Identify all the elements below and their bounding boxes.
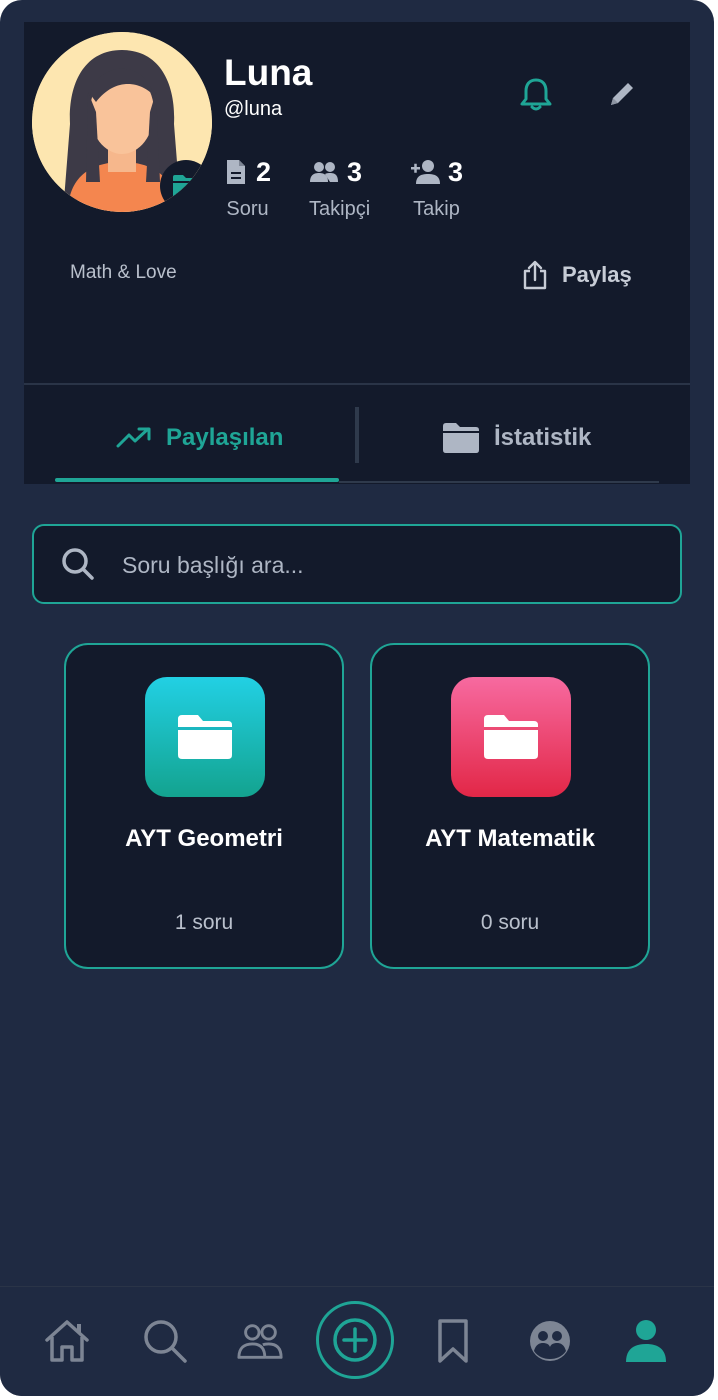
document-icon: [227, 160, 245, 184]
folder-count: 0 soru: [480, 911, 540, 934]
folder-icon: [443, 423, 479, 453]
bell-icon[interactable]: [514, 72, 558, 116]
pencil-icon[interactable]: [600, 72, 644, 116]
share-icon: [523, 260, 547, 290]
folder-badge-icon: [160, 160, 212, 212]
stat-value: 3: [448, 156, 464, 187]
tab-active-indicator: [55, 478, 339, 482]
bookmark-icon[interactable]: [429, 1317, 477, 1365]
bottom-nav: [0, 1286, 714, 1396]
app-screen: Luna @luna 2 Soru 3 Takipçi 3 Takip Math…: [0, 0, 714, 1396]
folder-title: AYT Matematik: [425, 825, 595, 852]
share-button[interactable]: Paylaş: [522, 260, 632, 290]
tab-label: Paylaşılan: [166, 424, 284, 451]
community-icon[interactable]: [526, 1317, 574, 1365]
tab-statistics[interactable]: İstatistik: [442, 410, 591, 466]
folder-card[interactable]: AYT Matematik 0 soru: [370, 643, 650, 969]
folder-title: AYT Geometri: [125, 825, 283, 852]
tab-shared[interactable]: Paylaşılan: [116, 410, 283, 466]
tab-separator: [355, 407, 359, 463]
stat-label: Takip: [413, 198, 460, 220]
profile-handle: @luna: [224, 98, 283, 120]
folder-icon: [451, 677, 571, 797]
stat-label: Takipçi: [309, 198, 371, 220]
tab-underline: [339, 481, 659, 483]
stat-label: Soru: [226, 198, 269, 220]
search-bar[interactable]: [32, 524, 682, 604]
search-input[interactable]: [120, 526, 664, 604]
stat-questions[interactable]: 2 Soru: [224, 154, 271, 221]
folder-icon: [145, 677, 265, 797]
stat-followers[interactable]: 3 Takipçi: [309, 154, 370, 221]
share-label: Paylaş: [562, 262, 632, 287]
home-icon[interactable]: [43, 1317, 91, 1365]
people-icon[interactable]: [236, 1317, 284, 1365]
group-icon: [310, 162, 338, 182]
stat-value: 2: [256, 156, 272, 187]
person-add-icon: [411, 160, 440, 184]
search-icon: [62, 548, 94, 580]
tab-label: İstatistik: [494, 424, 592, 451]
folder-count: 1 soru: [174, 911, 234, 934]
header-divider: [24, 383, 690, 385]
add-button[interactable]: [316, 1301, 394, 1379]
stat-following[interactable]: 3 Takip: [410, 154, 463, 221]
trending-up-icon: [116, 427, 151, 448]
stat-value: 3: [347, 156, 363, 187]
add-icon: [333, 1318, 377, 1362]
profile-name: Luna: [224, 52, 313, 93]
profile-header: Luna @luna 2 Soru 3 Takipçi 3 Takip Math…: [24, 22, 690, 484]
profile-icon[interactable]: [622, 1317, 670, 1365]
avatar[interactable]: [32, 32, 212, 212]
folder-card[interactable]: AYT Geometri 1 soru: [64, 643, 344, 969]
search-icon[interactable]: [141, 1317, 189, 1365]
profile-bio: Math & Love: [70, 262, 177, 283]
